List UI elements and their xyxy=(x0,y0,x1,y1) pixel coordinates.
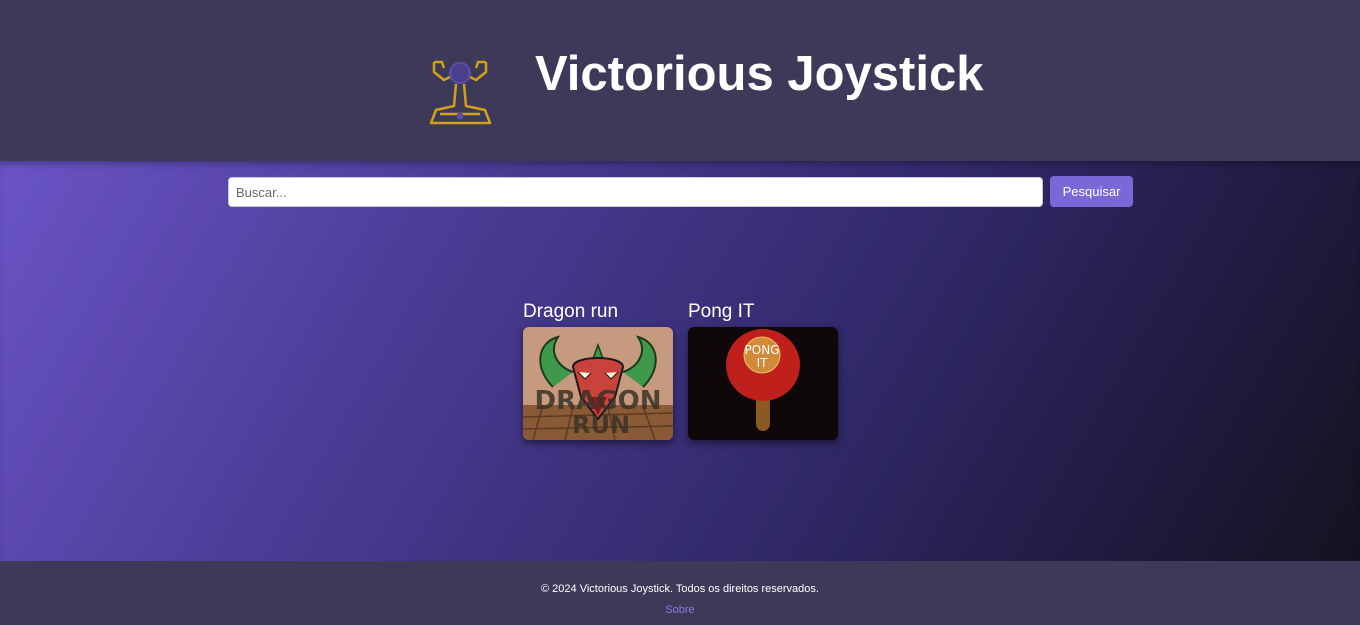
svg-text:RUN: RUN xyxy=(572,411,630,439)
game-title[interactable]: Pong IT xyxy=(688,300,838,327)
search-input[interactable] xyxy=(228,177,1043,207)
dragon-head-icon[interactable]: DRAGON RUN xyxy=(523,327,673,440)
main-content: Pesquisar Dragon run DRAGON RUN xyxy=(0,161,1360,561)
copyright-text: © 2024 Victorious Joystick. Todos os dir… xyxy=(541,583,819,595)
svg-text:PONG: PONG xyxy=(745,343,780,357)
game-card-pong-it[interactable]: Pong IT PONG IT xyxy=(688,300,838,440)
site-title: Victorious Joystick xyxy=(535,47,984,101)
trophy-joystick-icon[interactable] xyxy=(426,56,496,128)
site-footer: © 2024 Victorious Joystick. Todos os dir… xyxy=(0,561,1360,625)
ping-pong-paddle-icon[interactable]: PONG IT xyxy=(688,327,838,440)
game-title[interactable]: Dragon run xyxy=(523,300,673,327)
search-button[interactable]: Pesquisar xyxy=(1050,176,1133,207)
about-link[interactable]: Sobre xyxy=(665,603,695,617)
site-header: Victorious Joystick xyxy=(0,0,1360,161)
svg-text:IT: IT xyxy=(757,356,769,370)
game-card-dragon-run[interactable]: Dragon run DRAGON RUN xyxy=(523,300,673,440)
